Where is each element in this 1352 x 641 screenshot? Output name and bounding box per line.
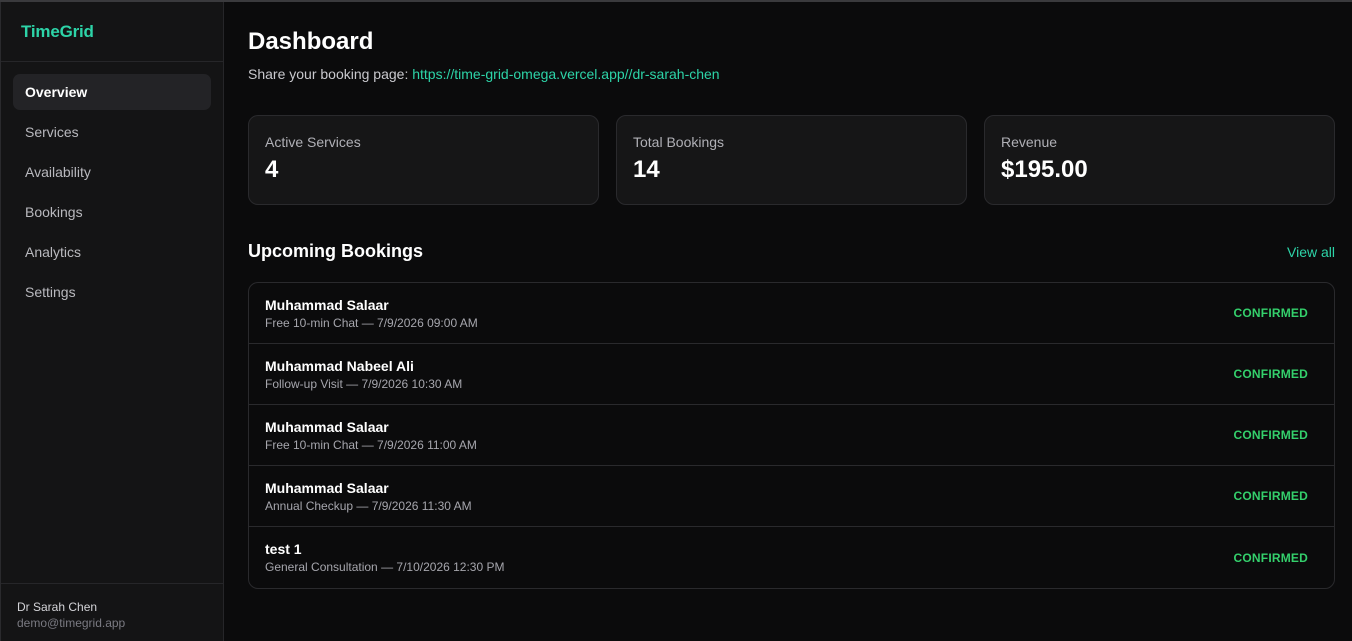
status-badge: CONFIRMED (1233, 550, 1308, 565)
page-title: Dashboard (248, 28, 374, 55)
sidebar: TimeGrid Overview Services Availability … (0, 2, 224, 641)
main-content: Dashboard Share your booking page: https… (224, 2, 1352, 641)
stat-label: Total Bookings (633, 134, 725, 150)
booking-client-name: Muhammad Salaar (265, 418, 389, 435)
booking-info: Muhammad Nabeel Ali Follow-up Visit — 7/… (265, 358, 462, 391)
booking-row[interactable]: Muhammad Salaar Free 10-min Chat — 7/9/2… (249, 405, 1334, 466)
stat-label: Active Services (265, 134, 361, 150)
user-email: demo@timegrid.app (17, 616, 126, 630)
sidebar-item-settings[interactable]: Settings (13, 274, 211, 310)
status-badge: CONFIRMED (1233, 306, 1308, 320)
booking-client-name: Muhammad Nabeel Ali (265, 357, 414, 374)
booking-row[interactable]: Muhammad Salaar Free 10-min Chat — 7/9/2… (249, 283, 1334, 344)
app-shell: TimeGrid Overview Services Availability … (0, 2, 1352, 641)
sidebar-item-overview[interactable]: Overview (13, 74, 211, 110)
stat-card-active-services: Active Services 4 (248, 115, 599, 205)
sidebar-item-availability[interactable]: Availability (13, 154, 211, 190)
booking-detail: Annual Checkup — 7/9/2026 11:30 AM (265, 498, 472, 513)
sidebar-item-services[interactable]: Services (13, 114, 211, 150)
sidebar-nav: Overview Services Availability Bookings … (1, 62, 223, 583)
user-name: Dr Sarah Chen (17, 600, 98, 614)
stat-value: 4 (265, 156, 279, 183)
booking-detail: Free 10-min Chat — 7/9/2026 11:00 AM (265, 437, 477, 452)
booking-info: Muhammad Salaar Free 10-min Chat — 7/9/2… (265, 419, 477, 452)
sidebar-item-analytics[interactable]: Analytics (13, 234, 211, 270)
view-all-link[interactable]: View all (1287, 244, 1335, 260)
share-line: Share your booking page: https://time-gr… (248, 66, 1335, 82)
share-label: Share your booking page: (248, 66, 413, 82)
stat-label: Revenue (1001, 134, 1058, 150)
booking-client-name: Muhammad Salaar (265, 479, 389, 496)
booking-client-name: Muhammad Salaar (265, 296, 389, 313)
booking-detail: Follow-up Visit — 7/9/2026 10:30 AM (265, 376, 463, 391)
stat-card-total-bookings: Total Bookings 14 (616, 115, 967, 205)
section-title: Upcoming Bookings (248, 241, 423, 261)
status-badge: CONFIRMED (1233, 489, 1308, 503)
booking-detail: General Consultation — 7/10/2026 12:30 P… (265, 560, 505, 574)
stat-card-revenue: Revenue $195.00 (984, 115, 1335, 205)
stat-value: $195.00 (1001, 156, 1088, 183)
upcoming-bookings-list: Muhammad Salaar Free 10-min Chat — 7/9/2… (248, 282, 1335, 589)
brand: TimeGrid (1, 2, 223, 62)
user-profile[interactable]: Dr Sarah Chen demo@timegrid.app (1, 583, 223, 641)
booking-info: Muhammad Salaar Annual Checkup — 7/9/202… (265, 480, 472, 513)
stat-value: 14 (633, 156, 660, 183)
status-badge: CONFIRMED (1233, 428, 1308, 442)
status-badge: CONFIRMED (1233, 367, 1308, 381)
upcoming-header: Upcoming Bookings View all (248, 241, 1335, 262)
sidebar-item-bookings[interactable]: Bookings (13, 194, 211, 230)
booking-client-name: test 1 (265, 541, 302, 557)
booking-page-link[interactable]: https://time-grid-omega.vercel.app//dr-s… (412, 66, 719, 82)
booking-detail: Free 10-min Chat — 7/9/2026 09:00 AM (265, 315, 478, 330)
booking-row[interactable]: Muhammad Nabeel Ali Follow-up Visit — 7/… (249, 344, 1334, 405)
booking-info: Muhammad Salaar Free 10-min Chat — 7/9/2… (265, 297, 478, 330)
booking-row[interactable]: test 1 General Consultation — 7/10/2026 … (249, 527, 1334, 588)
app-logo[interactable]: TimeGrid (21, 22, 94, 41)
stats-row: Active Services 4 Total Bookings 14 Reve… (248, 115, 1335, 205)
booking-info: test 1 General Consultation — 7/10/2026 … (265, 541, 504, 574)
booking-row[interactable]: Muhammad Salaar Annual Checkup — 7/9/202… (249, 466, 1334, 527)
